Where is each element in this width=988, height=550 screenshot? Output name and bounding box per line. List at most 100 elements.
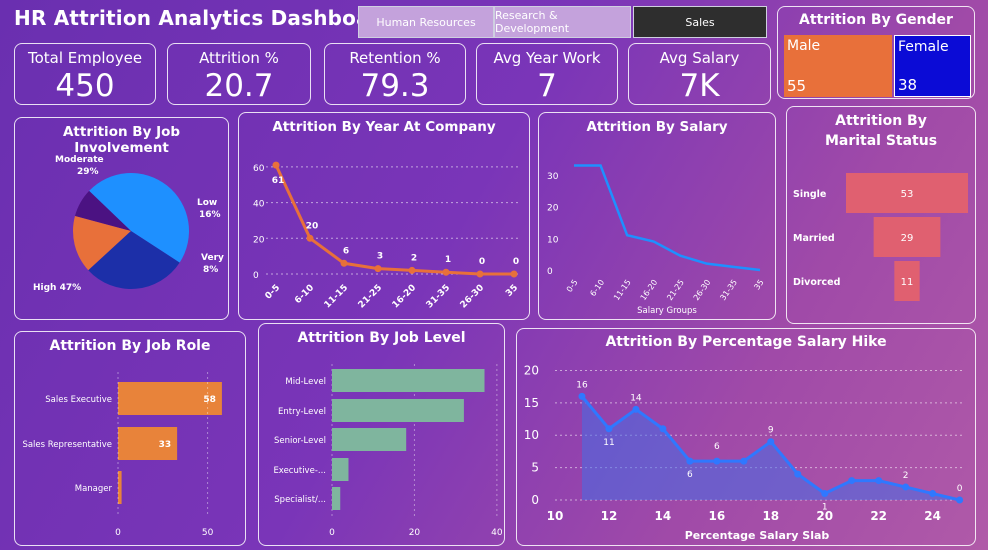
data-point	[340, 259, 348, 267]
data-point	[476, 270, 484, 278]
kpi-retention-percent: Retention % 79.3	[324, 43, 466, 105]
x-tick-label: 24	[924, 509, 941, 523]
data-label: 0	[513, 257, 519, 267]
salary-hike-panel: Attrition By Percentage Salary Hike 0 5 10…	[516, 328, 976, 546]
y-tick-label: 30	[547, 172, 559, 182]
y-tick-label: 60	[253, 164, 265, 174]
x-tick-label: 31-35	[425, 283, 452, 310]
x-tick-label: 35	[504, 283, 520, 299]
data-point	[902, 483, 910, 491]
category-label: Sales Executive	[45, 395, 112, 405]
data-label: 2	[411, 253, 417, 263]
category-label: Divorced	[793, 277, 840, 288]
job-level-panel: Attrition By Job Level 0 20 40 Mid-Level Ent…	[258, 323, 505, 546]
data-label: 61	[272, 176, 285, 186]
data-point	[794, 470, 802, 478]
y-tick-label: 15	[524, 396, 539, 410]
gender-title: Attrition By Gender	[799, 12, 953, 28]
kpi-attrition-percent: Attrition % 20.7	[167, 43, 311, 105]
bar	[332, 458, 349, 481]
kpi-label: Attrition %	[199, 49, 279, 67]
gender-male-label: Male	[787, 38, 821, 54]
pie-label: 8%	[203, 265, 218, 275]
data-label: 14	[630, 393, 642, 403]
data-point	[442, 268, 450, 276]
kpi-value: 20.7	[204, 68, 274, 104]
category-label: Executive-...	[273, 466, 326, 476]
data-label: 6	[714, 442, 720, 452]
x-tick-label: 16	[708, 509, 725, 523]
data-point	[821, 490, 829, 498]
gender-female-label: Female	[898, 39, 949, 55]
category-label: Married	[793, 233, 835, 244]
tab-human-resources[interactable]: Human Resources	[358, 6, 494, 38]
y-tick-label: 20	[524, 363, 539, 377]
x-tick-label: 16-20	[639, 278, 660, 302]
kpi-value: 7	[537, 68, 557, 104]
salary-panel: Attrition By Salary 0 10 20 30 0-5 6-10 11-15 1…	[538, 112, 776, 320]
bar-value: 58	[203, 395, 216, 405]
data-point	[740, 457, 748, 465]
kpi-value: 79.3	[360, 68, 430, 104]
y-tick-label: 10	[547, 235, 559, 245]
job-involvement-panel: Attrition By Job Involvement High 47% Ver…	[14, 117, 229, 320]
gender-male-value: 55	[787, 77, 807, 95]
x-tick-label: 35	[752, 278, 765, 292]
x-tick-label: 50	[202, 528, 214, 538]
kpi-label: Avg Salary	[659, 49, 740, 67]
job-level-chart: 0 20 40 Mid-Level Entry-Level Senior-Level Exe…	[273, 364, 503, 538]
x-tick-label: 26-30	[459, 283, 486, 310]
x-tick-label: 18	[762, 509, 779, 523]
job-involvement-pie: High 47% Very 8% Low 16% Moderate 29%	[33, 155, 224, 293]
data-point	[956, 496, 964, 504]
x-tick-label: 14	[655, 509, 672, 523]
data-point	[929, 490, 937, 498]
kpi-value: 450	[55, 68, 115, 104]
x-tick-label: 12	[601, 509, 618, 523]
y-tick-label: 20	[547, 204, 559, 214]
data-point	[408, 266, 416, 274]
bar	[332, 399, 464, 422]
x-tick-label: 6-10	[293, 283, 316, 306]
data-point	[659, 425, 667, 433]
x-tick-label: 26-30	[692, 278, 713, 302]
tab-research-development[interactable]: Research & Development	[494, 6, 631, 38]
tab-sales[interactable]: Sales	[633, 6, 767, 38]
data-label: 11	[603, 438, 614, 448]
kpi-label: Retention %	[349, 49, 441, 67]
x-tick-label: 40	[491, 528, 503, 538]
y-tick-label: 40	[253, 200, 265, 210]
x-tick-label: 0-5	[264, 283, 283, 302]
pie-label: High 47%	[33, 283, 81, 293]
x-axis-label: Salary Groups	[637, 306, 697, 316]
kpi-label: Avg Year Work	[493, 49, 601, 67]
bar	[332, 369, 485, 392]
y-tick-label: 10	[524, 428, 539, 442]
x-tick-label: 0	[115, 528, 121, 538]
bar-value: 33	[159, 440, 172, 450]
data-point	[875, 477, 883, 485]
data-label: 16	[576, 380, 588, 390]
salary-hike-chart: 0510152016111466912010 12 14 16 18 20 22 24Perc…	[524, 363, 965, 542]
y-tick-label: 5	[531, 461, 539, 475]
bar	[332, 428, 407, 451]
category-label: Entry-Level	[278, 407, 326, 417]
data-point	[374, 265, 382, 273]
category-label: Manager	[75, 484, 113, 494]
year-company-panel: Attrition By Year At Company 0 20 40 60 61 0-…	[238, 112, 530, 320]
data-label: 20	[306, 221, 319, 231]
job-role-panel: Attrition By Job Role Sales Executive 58 S…	[14, 331, 246, 546]
year-company-chart: 0 20 40 60 61 0-5 20 6-10 6 11-15 3 21-25 2 16-20 1 31-…	[253, 161, 520, 310]
x-tick-label: 0	[329, 528, 335, 538]
y-tick-label: 0	[253, 271, 259, 281]
data-point	[578, 392, 586, 400]
x-tick-label: 31-35	[718, 278, 739, 302]
data-label: 0	[479, 257, 485, 267]
x-tick-label: 10	[547, 509, 564, 523]
kpi-avg-salary: Avg Salary 7K	[628, 43, 771, 105]
x-tick-label: 16-20	[391, 283, 418, 310]
category-label: Single	[793, 189, 826, 200]
data-point	[306, 234, 314, 242]
gender-male-box[interactable]: Male 55	[784, 35, 892, 97]
gender-female-box[interactable]: Female 38	[894, 35, 971, 97]
